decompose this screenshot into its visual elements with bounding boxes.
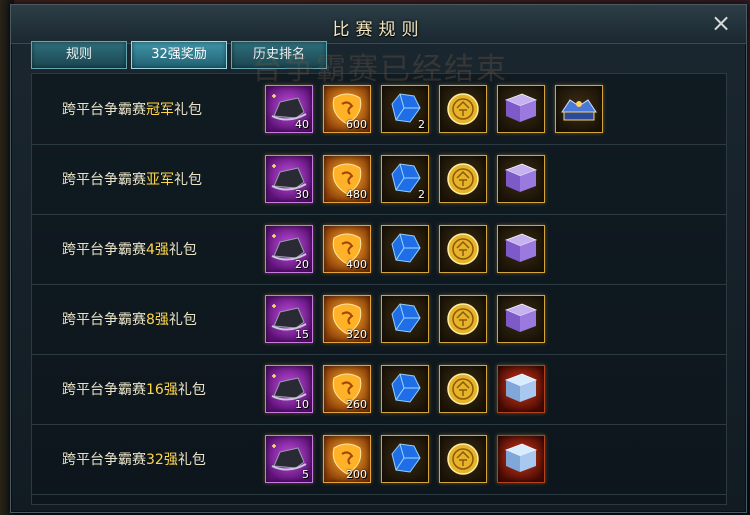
item-quantity: 2	[418, 188, 425, 201]
item-slot[interactable]: 600	[323, 85, 371, 133]
item-slot[interactable]	[497, 365, 545, 413]
reward-row: 跨平台争霸赛冠军礼包 40 600 2	[32, 74, 726, 145]
item-quantity: 20	[295, 258, 309, 271]
reward-row: 跨平台争霸赛亚军礼包 30 480 2	[32, 144, 726, 215]
item-slot[interactable]	[497, 85, 545, 133]
reward-label: 跨平台争霸赛16强礼包	[62, 379, 206, 399]
label-suffix: 礼包	[168, 242, 197, 258]
item-slot[interactable]: 5	[265, 435, 313, 483]
item-slot[interactable]	[497, 295, 545, 343]
reward-row: 跨平台争霸赛8强礼包 15 320	[32, 284, 726, 355]
rewards-list: 台争霸赛已经结束 跨平台争霸赛冠军礼包 40 600 2 跨平台争霸赛亚军礼包 30 480…	[31, 52, 727, 505]
label-prefix: 跨平台争霸赛	[62, 452, 146, 468]
tab-top32-rewards[interactable]: 32强奖励	[131, 41, 227, 69]
item-slot[interactable]	[497, 435, 545, 483]
reward-row: 跨平台争霸赛4强礼包 20 400	[32, 214, 726, 285]
item-slot[interactable]	[439, 295, 487, 343]
item-quantity: 5	[302, 468, 309, 481]
item-slot[interactable]	[439, 155, 487, 203]
item-quantity: 400	[346, 258, 367, 271]
item-slot[interactable]: 480	[323, 155, 371, 203]
item-slot[interactable]	[381, 225, 429, 273]
item-slot[interactable]: 320	[323, 295, 371, 343]
item-slot[interactable]: 400	[323, 225, 371, 273]
item-quantity: 15	[295, 328, 309, 341]
reward-label: 跨平台争霸赛亚军礼包	[62, 169, 202, 189]
item-slot[interactable]: 200	[323, 435, 371, 483]
item-quantity: 30	[295, 188, 309, 201]
item-slot[interactable]: 260	[323, 365, 371, 413]
rank-name: 4强	[146, 242, 169, 258]
item-slot[interactable]	[497, 225, 545, 273]
item-slot[interactable]	[381, 435, 429, 483]
item-slot[interactable]: 2	[381, 85, 429, 133]
reward-label: 跨平台争霸赛32强礼包	[62, 449, 206, 469]
rank-name: 16强	[146, 382, 178, 398]
item-quantity: 10	[295, 398, 309, 411]
item-slot[interactable]	[497, 155, 545, 203]
item-slot[interactable]	[381, 365, 429, 413]
item-slot[interactable]: 30	[265, 155, 313, 203]
reward-label: 跨平台争霸赛4强礼包	[62, 239, 197, 259]
tab-rules[interactable]: 规则	[31, 41, 127, 69]
reward-row: 跨平台争霸赛32强礼包 5 200	[32, 424, 726, 495]
rank-name: 32强	[146, 452, 178, 468]
label-suffix: 礼包	[177, 452, 206, 468]
item-slot[interactable]	[381, 295, 429, 343]
item-slot[interactable]: 2	[381, 155, 429, 203]
label-prefix: 跨平台争霸赛	[62, 172, 146, 188]
reward-label: 跨平台争霸赛8强礼包	[62, 309, 197, 329]
label-suffix: 礼包	[174, 172, 202, 188]
item-quantity: 2	[418, 118, 425, 131]
label-prefix: 跨平台争霸赛	[62, 382, 146, 398]
label-prefix: 跨平台争霸赛	[62, 312, 146, 328]
item-slot[interactable]	[439, 365, 487, 413]
close-icon[interactable]: ×	[710, 11, 732, 35]
item-slot[interactable]: 40	[265, 85, 313, 133]
label-prefix: 跨平台争霸赛	[62, 242, 146, 258]
item-slot[interactable]	[555, 85, 603, 133]
item-quantity: 480	[346, 188, 367, 201]
item-slot[interactable]: 10	[265, 365, 313, 413]
item-slot[interactable]	[439, 85, 487, 133]
item-slot[interactable]: 20	[265, 225, 313, 273]
rules-dialog: 比赛规则 × 规则 32强奖励 历史排名 台争霸赛已经结束 跨平台争霸赛冠军礼包…	[10, 4, 747, 513]
item-quantity: 200	[346, 468, 367, 481]
item-slot[interactable]	[439, 225, 487, 273]
rank-name: 亚军	[146, 172, 174, 188]
item-quantity: 600	[346, 118, 367, 131]
item-quantity: 260	[346, 398, 367, 411]
rank-name: 8强	[146, 312, 169, 328]
label-prefix: 跨平台争霸赛	[62, 102, 146, 118]
tab-history-ranking[interactable]: 历史排名	[231, 41, 327, 69]
item-slot[interactable]: 15	[265, 295, 313, 343]
label-suffix: 礼包	[168, 312, 197, 328]
reward-label: 跨平台争霸赛冠军礼包	[62, 99, 202, 119]
reward-row: 跨平台争霸赛16强礼包 10 260	[32, 354, 726, 425]
label-suffix: 礼包	[174, 102, 202, 118]
rank-name: 冠军	[146, 102, 174, 118]
item-quantity: 320	[346, 328, 367, 341]
item-quantity: 40	[295, 118, 309, 131]
dialog-title: 比赛规则	[332, 20, 425, 40]
dialog-title-bar: 比赛规则 ×	[11, 5, 746, 44]
item-slot[interactable]	[439, 435, 487, 483]
label-suffix: 礼包	[177, 382, 206, 398]
